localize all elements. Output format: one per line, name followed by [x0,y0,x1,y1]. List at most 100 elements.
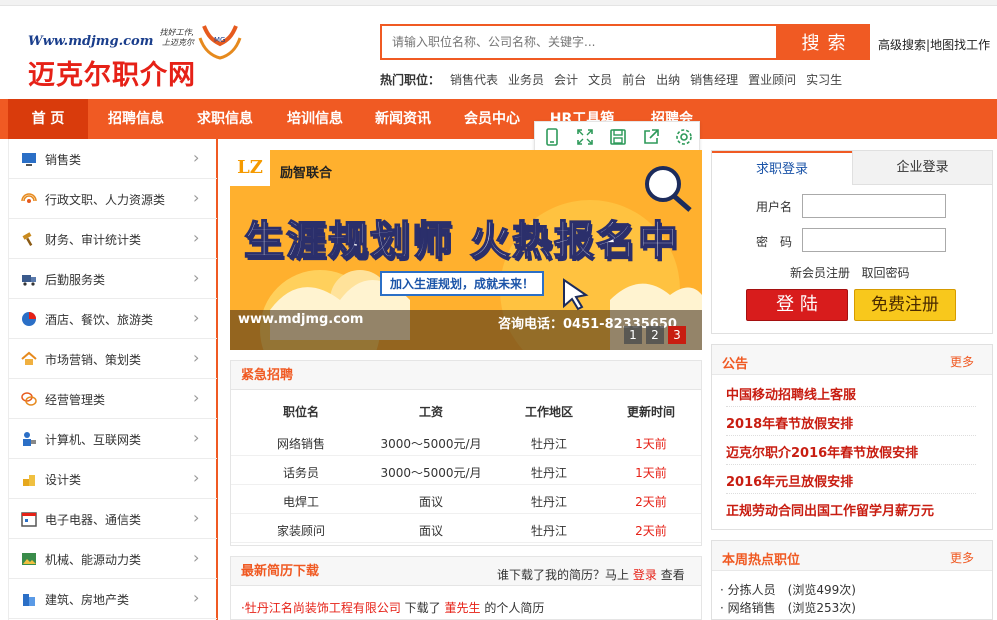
login-button[interactable]: 登 陆 [746,289,848,321]
hot-job-link[interactable]: 业务员 [508,73,544,87]
job-updated: 1天前 [635,466,667,480]
nav-training[interactable]: 培训信息 [275,99,355,139]
notices-panel: 公告 更多 中国移动招聘线上客服 2018年春节放假安排 迈克尔职介2016年春… [711,344,993,530]
list-item[interactable]: ·牡丹江名尚装饰工程有限公司 下载了 董先生 的个人简历 [241,599,544,616]
search-input[interactable] [382,26,776,58]
logo-url: Www.mdjmg.com [28,34,154,49]
slide-dot[interactable]: 1 [624,326,642,344]
register-link[interactable]: 新会员注册 [790,266,850,280]
hot-week-more-link[interactable]: 更多 [950,549,974,566]
hot-jobs: 热门职位： 销售代表 业务员 会计 文员 前台 出纳 销售经理 置业顾问 实习生 [380,71,842,88]
coins-icon [23,475,35,486]
category-management[interactable]: 经营管理类 › [9,379,217,419]
chevron-right-icon: › [193,188,200,207]
search-button[interactable]: 搜索 [777,24,870,60]
nav-home[interactable]: 首 页 [8,99,88,139]
table-row[interactable]: 网络销售 3000～5000元/月 牡丹江 1天前 [231,427,701,456]
category-label: 设计类 [45,473,82,487]
map-search-link[interactable]: 地图找工作 [930,38,990,52]
category-label: 后勤服务类 [45,273,106,287]
category-admin-hr[interactable]: 行政文职、人力资源类 › [9,179,217,219]
notice-item[interactable]: 2016年元旦放假安排 [726,465,976,494]
chevron-right-icon: › [193,388,200,407]
bullet: · [720,601,728,615]
hot-job-link[interactable]: 销售代表 [450,73,498,87]
urgent-jobs-title: 紧急招聘 [230,360,702,390]
share-icon[interactable] [642,128,660,146]
category-label: 行政文职、人力资源类 [45,193,166,207]
password-label: 密 码 [756,235,793,249]
hot-job-link[interactable]: 置业顾问 [748,73,796,87]
chevron-right-icon: › [193,588,200,607]
banner-headline: 生涯规划师 火热报名中 [243,217,680,265]
category-electronics[interactable]: 电子电器、通信类 › [9,499,217,539]
category-hospitality[interactable]: 酒店、餐饮、旅游类 › [9,299,217,339]
resume-login-link[interactable]: 登录 [633,568,657,582]
nav-member-center[interactable]: 会员中心 [452,99,532,139]
table-row[interactable]: 电焊工 面议 牡丹江 2天前 [231,485,701,514]
person-link[interactable]: 董先生 [445,601,481,615]
category-logistics[interactable]: 后勤服务类 › [9,259,217,299]
job-title[interactable]: 家装顾问 [231,522,371,539]
category-it-internet[interactable]: 计算机、互联网类 › [9,419,217,459]
banner-logo: LZ [230,150,270,186]
job-title[interactable]: 网络销售 [231,435,371,452]
nav-job-seekers[interactable]: 求职信息 [185,99,265,139]
hot-week-header: 本周热点职位 更多 [712,541,992,571]
category-machinery[interactable]: 机械、能源动力类 › [9,539,217,579]
chat-bubble-icon [21,392,37,406]
house-icon [21,351,37,365]
category-sales[interactable]: 销售类 › [9,139,217,179]
tab-company-login[interactable]: 企业登录 [852,151,992,185]
company-link[interactable]: 牡丹江名尚装饰工程有限公司 [245,601,401,615]
hot-job-link[interactable]: 销售经理 [690,73,738,87]
table-row[interactable]: 话务员 3000～5000元/月 牡丹江 1天前 [231,456,701,485]
job-title[interactable]: 电焊工 [231,493,371,510]
job-title[interactable]: 话务员 [231,464,371,481]
hot-job-link[interactable]: 前台 [622,73,646,87]
table-row[interactable]: 家装顾问 面议 牡丹江 2天前 [231,514,701,543]
hot-job-link[interactable]: 实习生 [806,73,842,87]
notices-more-link[interactable]: 更多 [950,353,974,370]
nav-news[interactable]: 新闻资讯 [363,99,443,139]
notice-item[interactable]: 中国移动招聘线上客服 [726,378,976,407]
col-header: 工资 [418,405,443,419]
username-input[interactable] [802,194,946,218]
category-sidebar: 销售类 › 行政文职、人力资源类 › 财务、审计统计类 › 后勤服务类 › 酒店、餐饮、… [8,139,218,620]
hot-job-link[interactable]: 出纳 [656,73,680,87]
category-construction[interactable]: 建筑、房地产类 › [9,579,217,619]
category-label: 酒店、餐饮、旅游类 [45,313,154,327]
save-icon[interactable] [609,128,627,146]
category-label: 电子电器、通信类 [45,513,142,527]
category-finance[interactable]: 财务、审计统计类 › [9,219,217,259]
hot-job-link[interactable]: 文员 [588,73,612,87]
notice-item[interactable]: 迈克尔职介2016年春节放假安排 [726,436,976,465]
expand-icon[interactable] [576,128,594,146]
list-item[interactable]: · 分拣人员 (浏览499次) [720,581,856,598]
gear-icon[interactable] [675,128,693,146]
free-register-button[interactable]: 免费注册 [854,289,956,321]
site-logo[interactable]: Www.mdjmg.com 找好工作, 上迈克尔 MG 迈克尔职介网 [26,20,246,92]
category-marketing[interactable]: 市场营销、策划类 › [9,339,217,379]
logo-mark-text: MG [214,36,225,44]
advanced-search-link[interactable]: 高级搜索 [878,38,926,52]
chevron-right-icon: › [193,468,200,487]
notice-item[interactable]: 2018年春节放假安排 [726,407,976,436]
promo-banner[interactable]: LZ 励智联合 生涯规划师 火热报名中 加入生涯规划，成就未来！ www.mdj… [230,150,702,350]
slide-dot[interactable]: 2 [646,326,664,344]
nav-jobs[interactable]: 招聘信息 [96,99,176,139]
job-location: 牡丹江 [530,524,567,538]
weekly-hot-jobs-panel: 本周热点职位 更多 · 分拣人员 (浏览499次) · 网络销售 (浏览253次… [711,540,993,620]
hot-job-entry[interactable]: 分拣人员 (浏览499次) [728,583,856,597]
notice-item[interactable]: 正规劳动合同出国工作留学月薪万元 [726,494,976,523]
tab-job-seeker-login[interactable]: 求职登录 [712,151,852,185]
slide-dot-active[interactable]: 3 [668,326,686,344]
password-input[interactable] [802,228,946,252]
category-design[interactable]: 设计类 › [9,459,217,499]
hot-job-link[interactable]: 会计 [554,73,578,87]
hot-job-entry[interactable]: 网络销售 (浏览253次) [728,601,856,615]
job-location: 牡丹江 [530,466,567,480]
phone-icon[interactable] [543,128,561,146]
list-item[interactable]: · 网络销售 (浏览253次) [720,599,856,616]
forgot-password-link[interactable]: 取回密码 [861,266,909,280]
